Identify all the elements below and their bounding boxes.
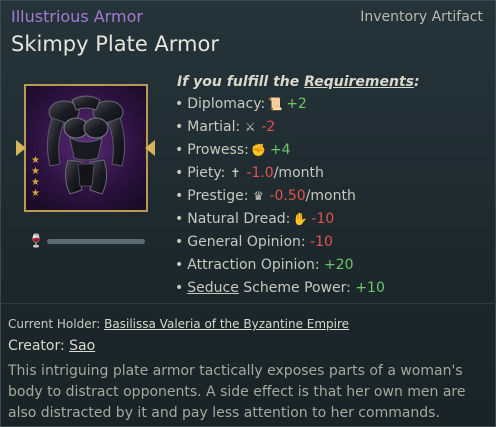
modifier-label: Prowess: <box>187 142 249 158</box>
star-icon: ★ <box>31 177 40 188</box>
modifier-unit: /month <box>273 165 324 181</box>
requirements-link[interactable]: Requirements <box>304 74 414 90</box>
bullet: • <box>175 96 184 112</box>
modifier-value: +10 <box>355 280 385 296</box>
modifier-row: • Prowess: ✊ +4 <box>175 139 385 162</box>
bullet: • <box>175 211 184 227</box>
artifact-tooltip: Illustrious Armor Inventory Artifact Ski… <box>0 0 496 427</box>
modifier-label: Natural Dread: <box>187 211 291 227</box>
modifier-row: • Martial: ⚔ -2 <box>175 116 385 139</box>
divider <box>1 303 496 304</box>
crown-icon: ♛ <box>253 189 264 203</box>
crossed-swords-icon: ⚔ <box>244 120 256 134</box>
modifier-row: • Piety: ✝ -1.0/month <box>175 162 385 185</box>
durability-fill <box>47 239 145 244</box>
durability-bar <box>47 239 145 244</box>
star-icon: ★ <box>31 188 40 199</box>
star-icon: ★ <box>31 166 40 177</box>
modifier-row: • Natural Dread: ✋ -10 <box>175 208 385 231</box>
modifier-label: General Opinion: <box>187 234 306 250</box>
modifier-label: Martial: <box>187 119 241 135</box>
creator: Creator: Sao <box>8 338 95 354</box>
bullet: • <box>175 280 184 296</box>
modifier-label: Attraction Opinion: <box>187 257 320 273</box>
frame-left-arrow <box>16 140 26 156</box>
bullet: • <box>175 142 184 158</box>
modifier-list: • Diplomacy: 📜 +2 • Martial: ⚔ -2 • Prowess: ✊ +4 • P… <box>175 93 385 300</box>
rarity-label: Illustrious Armor <box>11 7 143 26</box>
modifier-row: • Prestige: ♛ -0.50/month <box>175 185 385 208</box>
rarity-stars: ★ ★ ★ ★ <box>31 155 43 199</box>
category-label: Inventory Artifact <box>360 9 483 25</box>
bullet: • <box>175 165 184 181</box>
modifier-label: Diplomacy: <box>187 96 266 112</box>
bullet: • <box>175 234 184 250</box>
modifier-value: -0.50 <box>269 188 306 204</box>
modifier-value: +2 <box>286 96 307 112</box>
current-holder: Current Holder: Basilissa Valeria of the… <box>8 317 349 331</box>
modifier-value: -1.0 <box>246 165 274 181</box>
modifier-row: • General Opinion: -10 <box>175 231 385 254</box>
fist-icon: ✊ <box>251 143 267 157</box>
modifier-value: -10 <box>310 234 333 250</box>
creator-label: Creator: <box>8 338 70 354</box>
modifier-value: -10 <box>311 211 335 227</box>
star-icon: ★ <box>31 155 40 166</box>
modifier-row: • Diplomacy: 📜 +2 <box>175 93 385 116</box>
bullet: • <box>175 119 184 135</box>
praying-figure-icon: ✝ <box>230 166 241 180</box>
modifier-label: Prestige: <box>187 188 249 204</box>
modifier-unit: /month <box>305 188 356 204</box>
bullet: • <box>175 257 184 273</box>
modifier-label: Piety: <box>187 165 226 181</box>
creator-link[interactable]: Sao <box>69 338 95 354</box>
modifier-row: • Seduce Scheme Power: +10 <box>175 277 385 300</box>
holder-label: Current Holder: <box>8 317 105 331</box>
armor-icon <box>46 95 126 195</box>
modifier-label: Scheme Power: <box>243 280 351 296</box>
bullet: • <box>175 188 184 204</box>
modifier-label-link[interactable]: Seduce <box>187 280 239 296</box>
wine-glass-icon: 🍷 <box>28 234 45 249</box>
requirements-header: If you fulfill the Requirements: <box>177 74 420 90</box>
requirements-suffix: : <box>413 74 420 90</box>
frame-right-arrow <box>145 140 155 156</box>
holder-link[interactable]: Basilissa Valeria of the Byzantine Empir… <box>104 317 349 331</box>
scroll-icon: 📜 <box>267 97 283 111</box>
item-title: Skimpy Plate Armor <box>11 32 219 56</box>
dread-claw-icon: ✋ <box>292 212 308 226</box>
modifier-value: +20 <box>324 257 354 273</box>
modifier-row: • Attraction Opinion: +20 <box>175 254 385 277</box>
modifier-value: -2 <box>261 119 276 135</box>
requirements-prefix: If you fulfill the <box>177 74 305 90</box>
item-description: This intriguing plate armor tactically e… <box>8 363 466 421</box>
modifier-value: +4 <box>269 142 291 158</box>
